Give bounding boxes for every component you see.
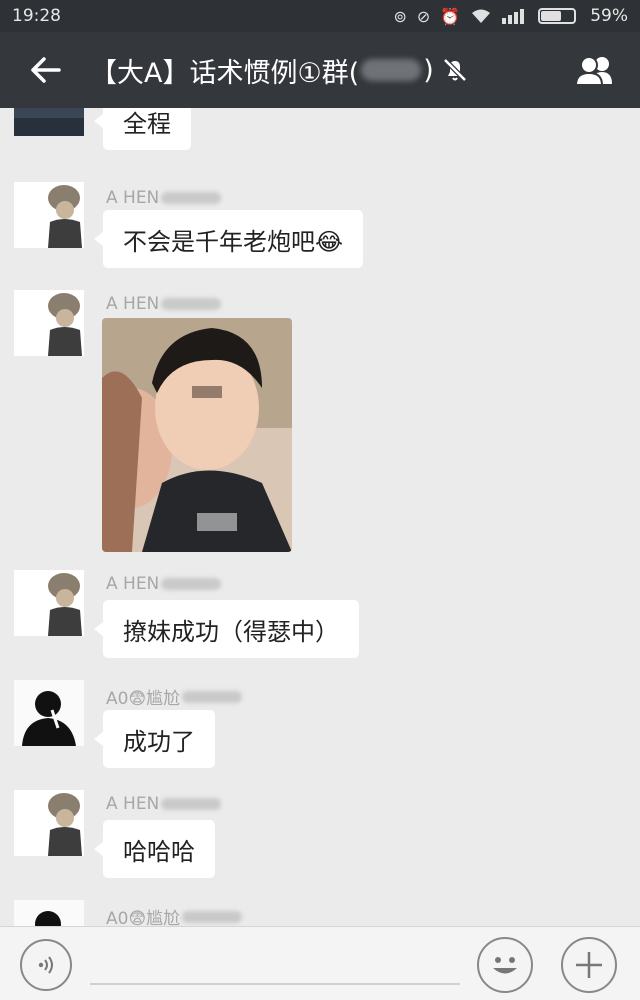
- avatar[interactable]: [14, 570, 84, 636]
- message-item: A0😨尴尬 成功了: [0, 680, 640, 780]
- title-bar: 【大A】话术惯例①群( ): [0, 32, 640, 108]
- avatar[interactable]: [14, 182, 84, 248]
- message-text: 撩妹成功（得瑟中）: [123, 617, 339, 646]
- sender-name: A HEN: [106, 794, 222, 814]
- link-icon: ⊚: [393, 6, 407, 26]
- voice-button[interactable]: [20, 939, 72, 991]
- avatar[interactable]: [14, 900, 84, 926]
- photo-message[interactable]: [102, 318, 292, 552]
- chat-title-text: 【大A】话术惯例①群(: [90, 57, 360, 89]
- message-bubble[interactable]: 全程: [94, 108, 191, 150]
- message-text: 成功了: [123, 727, 195, 756]
- status-bar: 19:28 ⊚ ⊘ ⏰ 59%: [0, 0, 640, 32]
- message-bubble[interactable]: 哈哈哈: [94, 820, 215, 878]
- sender-name: A HEN: [106, 294, 222, 314]
- message-text: 全程: [123, 109, 171, 138]
- message-input[interactable]: [90, 983, 460, 985]
- sender-name: A0😨尴尬: [106, 684, 243, 709]
- smile-icon: [493, 957, 517, 974]
- avatar[interactable]: [14, 290, 84, 356]
- arrow-left-icon: [31, 57, 61, 83]
- status-time: 19:28: [12, 6, 61, 26]
- message-bubble[interactable]: 成功了: [94, 710, 215, 768]
- plus-icon: [576, 952, 602, 978]
- chat-title-end: ): [423, 54, 434, 86]
- redacted-name: [182, 690, 243, 703]
- message-bubble[interactable]: 不会是千年老炮吧😂: [93, 210, 364, 268]
- group-members-button[interactable]: [550, 32, 640, 108]
- avatar[interactable]: [14, 108, 84, 136]
- alarm-icon: ⏰: [440, 6, 461, 26]
- message-item: A HEN 撩妹成功（得瑟中）: [0, 570, 640, 670]
- sync-icon: ⊘: [416, 6, 431, 26]
- avatar[interactable]: [14, 790, 84, 856]
- chat-title: 【大A】话术惯例①群( ): [90, 51, 550, 90]
- wifi-icon: [472, 9, 491, 23]
- message-list[interactable]: 全程 A HEN 不会是千年老炮吧😂 A HEN A HEN 撩妹成功（得瑟中）…: [0, 108, 640, 926]
- sender-name: A0😨尴尬: [106, 904, 243, 926]
- redacted-name: [161, 298, 222, 310]
- signal-icon: [502, 9, 525, 24]
- more-button[interactable]: [561, 937, 617, 993]
- status-icons: ⊚ ⊘ ⏰ 59%: [393, 6, 628, 26]
- back-button[interactable]: [0, 32, 90, 108]
- message-item: A HEN: [0, 290, 640, 560]
- emoji-button[interactable]: [477, 937, 533, 993]
- sender-name: A HEN: [106, 574, 222, 594]
- message-item: A HEN 哈哈哈: [0, 790, 640, 890]
- redacted-name: [161, 798, 222, 810]
- voice-icon: [38, 956, 53, 974]
- message-bubble[interactable]: 撩妹成功（得瑟中）: [94, 600, 359, 658]
- message-text: 哈哈哈: [123, 837, 195, 866]
- message-text: 不会是千年老炮吧😂: [123, 227, 344, 256]
- battery-icon: [538, 8, 577, 24]
- message-item: 全程: [0, 108, 640, 188]
- group-icon: [574, 56, 612, 86]
- message-item: A0😨尴尬: [0, 900, 640, 926]
- battery-percent: 59%: [590, 6, 628, 26]
- input-bar: [0, 926, 640, 1000]
- avatar[interactable]: [14, 680, 84, 746]
- redacted-name: [161, 578, 222, 590]
- redacted-name: [361, 59, 422, 81]
- bell-off-icon: [442, 58, 467, 82]
- redacted-name: [182, 910, 243, 923]
- sender-name: A HEN: [106, 188, 222, 208]
- message-item: A HEN 不会是千年老炮吧😂: [0, 180, 640, 280]
- redacted-name: [161, 192, 222, 204]
